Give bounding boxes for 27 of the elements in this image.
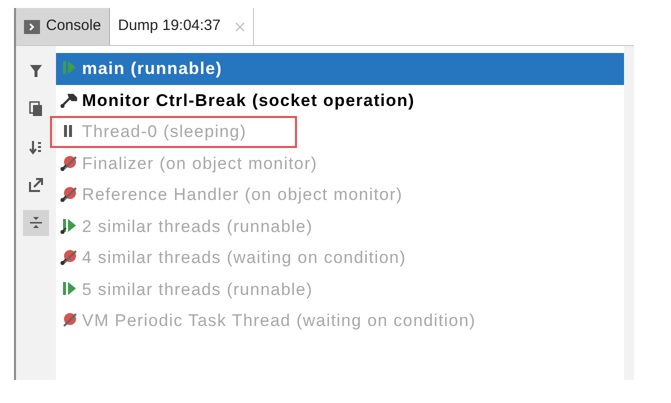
thread-row[interactable]: main (runnable) bbox=[56, 53, 624, 84]
thread-label: main (runnable) bbox=[82, 58, 222, 80]
export-icon bbox=[28, 177, 44, 193]
sort-icon bbox=[28, 139, 44, 155]
thread-label: 5 similar threads (runnable) bbox=[82, 278, 313, 300]
tab[interactable]: Dump 19:04:37 bbox=[110, 8, 253, 45]
collapse-icon bbox=[28, 215, 44, 231]
copy-icon bbox=[28, 101, 44, 117]
tab[interactable]: Console bbox=[16, 8, 110, 45]
thread-row[interactable]: 4 similar threads (waiting on condition) bbox=[56, 242, 624, 274]
collapse-button[interactable] bbox=[23, 210, 49, 236]
thread-row[interactable]: 5 similar threads (runnable) bbox=[56, 274, 624, 305]
thread-row[interactable]: Monitor Ctrl-Break (socket operation) bbox=[56, 84, 624, 116]
thread-label: Thread-0 (sleeping) bbox=[82, 121, 247, 143]
filter-icon bbox=[28, 63, 44, 79]
thread-label: Monitor Ctrl-Break (socket operation) bbox=[82, 90, 415, 112]
thread-label: VM Periodic Task Thread (waiting on condition) bbox=[82, 310, 476, 332]
thread-label: Finalizer (on object monitor) bbox=[82, 152, 318, 174]
thread-label: 4 similar threads (waiting on condition) bbox=[82, 247, 406, 269]
thread-label: 2 similar threads (runnable) bbox=[82, 216, 313, 238]
thread-row[interactable]: Reference Handler (on object monitor) bbox=[56, 179, 624, 210]
thread-row[interactable]: 2 similar threads (runnable) bbox=[56, 210, 624, 242]
thread-label: Reference Handler (on object monitor) bbox=[82, 184, 403, 206]
console-icon bbox=[24, 20, 40, 34]
thread-row[interactable]: Finalizer (on object monitor) bbox=[56, 148, 624, 179]
thread-row[interactable]: VM Periodic Task Thread (waiting on condition) bbox=[56, 305, 624, 336]
thread-row[interactable]: Thread-0 (sleeping) bbox=[50, 116, 297, 148]
